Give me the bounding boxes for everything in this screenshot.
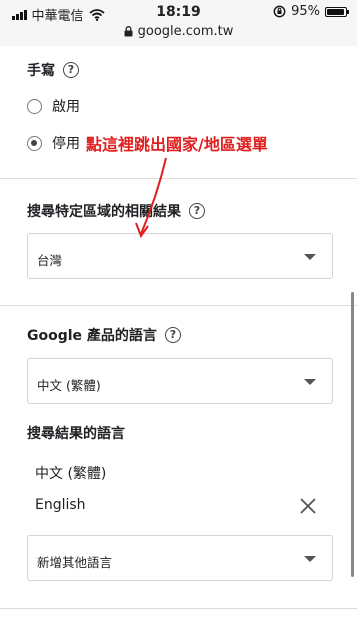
radio-label-disable: 停用 xyxy=(52,136,80,152)
battery-level xyxy=(327,8,345,15)
divider xyxy=(0,608,357,609)
help-icon[interactable]: ? xyxy=(63,62,79,78)
radio-button-enable[interactable] xyxy=(27,98,42,114)
product-language-value: 中文 (繁體) xyxy=(37,378,101,393)
dropdown-arrow-icon xyxy=(304,379,316,385)
language-item: 中文 (繁體) xyxy=(35,466,107,482)
help-icon[interactable]: ? xyxy=(189,203,205,219)
annotation-text: 點這裡跳出國家/地區選單 xyxy=(86,135,268,154)
address-bar[interactable]: google.com.tw xyxy=(0,24,357,39)
lock-icon xyxy=(124,26,133,37)
scrollbar[interactable] xyxy=(351,292,354,577)
handwriting-heading: 手寫 ? xyxy=(27,60,79,80)
divider xyxy=(0,305,357,306)
close-icon[interactable] xyxy=(299,497,317,515)
divider xyxy=(0,178,357,179)
radio-label-enable: 啟用 xyxy=(52,99,80,115)
results-language-title: 搜尋結果的語言 xyxy=(27,426,125,442)
battery-icon xyxy=(325,6,349,17)
dropdown-arrow-icon xyxy=(304,254,316,260)
radio-disable[interactable]: 停用 點這裡跳出國家/地區選單 xyxy=(27,131,268,155)
add-language-placeholder: 新增其他語言 xyxy=(37,555,113,570)
status-bar: 中華電信 18:19 95% google.com.tw xyxy=(0,0,357,46)
battery-percent: 95% xyxy=(291,4,320,19)
dropdown-arrow-icon xyxy=(304,556,316,562)
radio-button-disable[interactable] xyxy=(27,135,42,151)
region-title: 搜尋特定區域的相關結果 xyxy=(27,204,181,220)
language-item: English xyxy=(35,497,86,513)
url-text: google.com.tw xyxy=(137,24,234,39)
product-language-heading: Google 產品的語言 ? xyxy=(27,325,181,345)
product-language-title: Google 產品的語言 xyxy=(27,328,157,344)
help-icon[interactable]: ? xyxy=(164,327,181,343)
radio-enable[interactable]: 啟用 xyxy=(27,96,80,116)
region-heading: 搜尋特定區域的相關結果 ? xyxy=(27,201,205,221)
results-language-heading: 搜尋結果的語言 xyxy=(27,423,125,443)
region-value: 台灣 xyxy=(37,253,63,268)
product-language-select[interactable]: 中文 (繁體) xyxy=(27,358,333,404)
region-select[interactable]: 台灣 xyxy=(27,233,333,279)
battery-info: 95% xyxy=(273,4,349,19)
handwriting-title: 手寫 xyxy=(27,63,55,79)
orientation-lock-icon xyxy=(273,5,286,18)
add-language-select[interactable]: 新增其他語言 xyxy=(27,535,333,581)
